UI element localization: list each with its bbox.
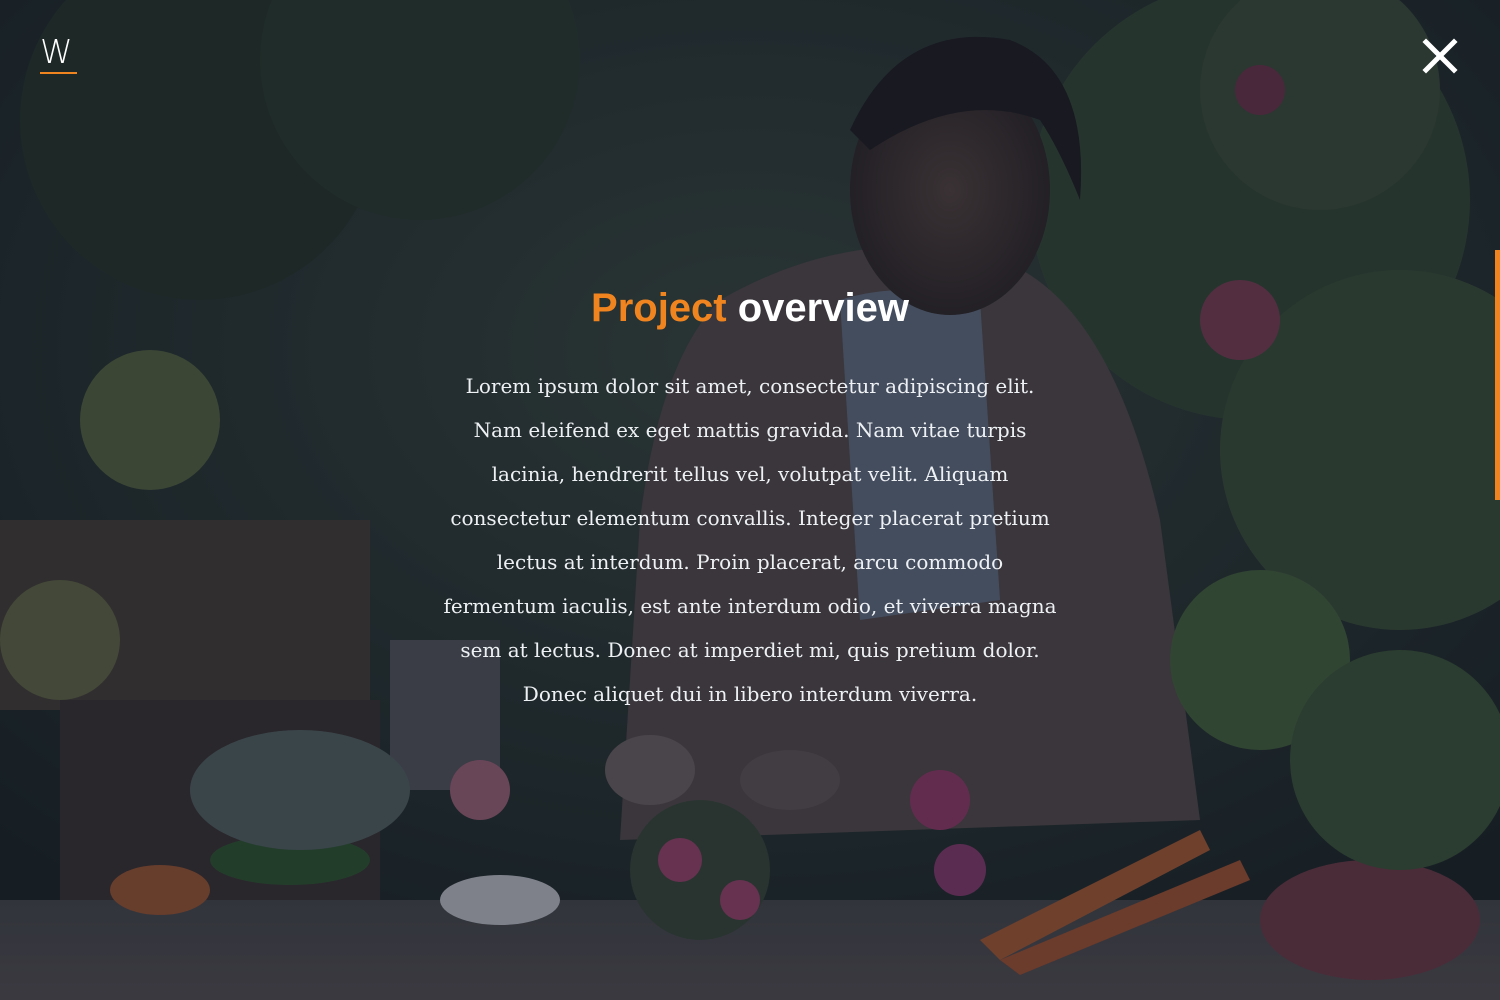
close-button[interactable] bbox=[1420, 36, 1460, 76]
page-title: Project overview bbox=[440, 282, 1060, 334]
overview-body-text: Lorem ipsum dolor sit amet, consectetur … bbox=[443, 374, 1057, 706]
project-overview-modal: W Project overview Lorem ipsum dolor sit… bbox=[0, 0, 1500, 1000]
logo-letter: W bbox=[40, 32, 73, 71]
logo-underline bbox=[40, 72, 77, 74]
title-accent: Project bbox=[591, 286, 727, 330]
overview-content: Project overview Lorem ipsum dolor sit a… bbox=[440, 282, 1060, 716]
brand-logo[interactable]: W bbox=[40, 34, 77, 74]
scroll-indicator[interactable] bbox=[1495, 250, 1500, 500]
close-icon bbox=[1422, 38, 1458, 74]
title-rest: overview bbox=[737, 286, 909, 330]
